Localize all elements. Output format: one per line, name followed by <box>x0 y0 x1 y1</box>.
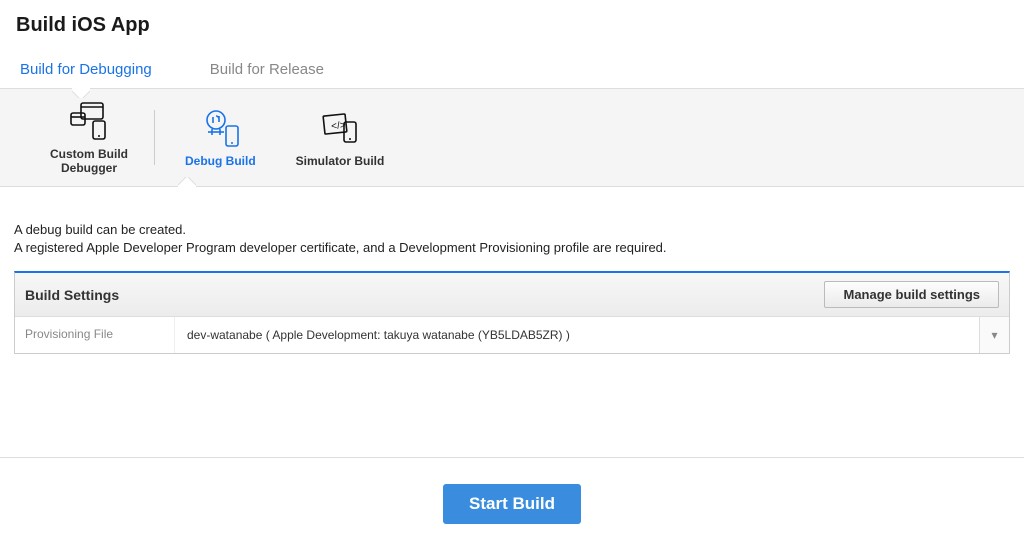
active-tab-pointer <box>72 88 90 98</box>
description-line: A debug build can be created. <box>14 221 1010 239</box>
description-text: A debug build can be created. A register… <box>0 187 1024 267</box>
build-option-simulator-build[interactable]: </> Simulator Build <box>276 106 405 168</box>
tabs: Build for Debugging Build for Release <box>0 45 1024 89</box>
active-option-pointer <box>178 177 196 187</box>
manage-build-settings-button[interactable]: Manage build settings <box>824 281 999 308</box>
tab-build-debugging[interactable]: Build for Debugging <box>20 61 152 88</box>
provisioning-file-dropdown[interactable]: dev-watanabe ( Apple Development: takuya… <box>175 317 1009 353</box>
settings-row: Provisioning File dev-watanabe ( Apple D… <box>15 317 1009 353</box>
build-option-label: Simulator Build <box>296 154 385 168</box>
build-option-label: Custom Build Debugger <box>50 147 128 176</box>
start-build-button[interactable]: Start Build <box>443 484 581 524</box>
build-option-label: Debug Build <box>185 154 256 168</box>
provisioning-file-label: Provisioning File <box>15 317 175 353</box>
build-settings-title: Build Settings <box>25 287 119 303</box>
footer: Start Build <box>0 457 1024 550</box>
separator <box>154 110 155 165</box>
build-option-debug-build[interactable]: Debug Build <box>165 106 276 168</box>
provisioning-file-value: dev-watanabe ( Apple Development: takuya… <box>187 328 570 342</box>
simulator-build-icon: </> <box>318 106 362 150</box>
build-options-toolbar: Custom Build Debugger Debug Build </> <box>0 89 1024 187</box>
description-line: A registered Apple Developer Program dev… <box>14 239 1010 257</box>
chevron-down-icon: ▾ <box>979 317 1009 353</box>
page-title: Build iOS App <box>0 0 1024 45</box>
tab-build-release[interactable]: Build for Release <box>210 61 324 88</box>
custom-build-icon <box>67 99 111 143</box>
build-settings-panel: Build Settings Manage build settings Pro… <box>14 271 1010 354</box>
build-option-custom-debugger[interactable]: Custom Build Debugger <box>30 99 148 176</box>
build-settings-header: Build Settings Manage build settings <box>15 273 1009 317</box>
debug-build-icon <box>198 106 242 150</box>
